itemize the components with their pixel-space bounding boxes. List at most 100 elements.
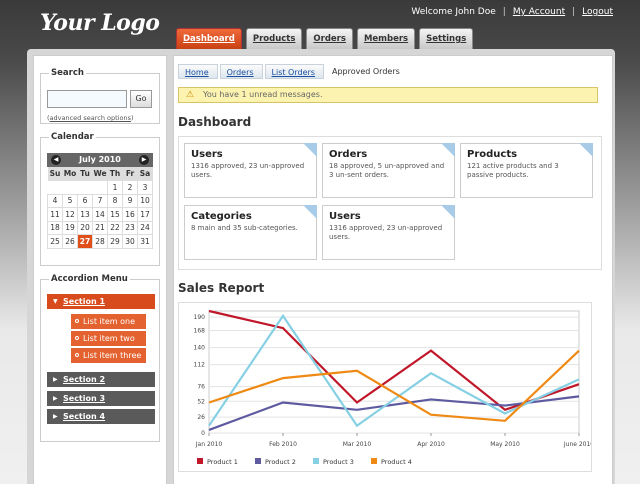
calendar-day[interactable]: 15 (107, 207, 123, 222)
bullet-icon (75, 336, 79, 340)
calendar-day[interactable]: 28 (92, 234, 108, 249)
advanced-search-link[interactable]: (advanced search options) (47, 114, 134, 122)
calendar-day[interactable]: 24 (137, 220, 153, 235)
card-orders[interactable]: Orders 18 approved, 5 un-approved and 3 … (322, 143, 455, 198)
my-account-link[interactable]: My Account (513, 7, 565, 17)
logo[interactable]: Your Logo (40, 10, 160, 36)
plot-area (208, 310, 580, 434)
tab-dashboard[interactable]: Dashboard (176, 28, 242, 49)
calendar-day[interactable]: 20 (77, 220, 93, 235)
y-tick-label: 0 (201, 430, 205, 437)
calendar-day[interactable]: 10 (137, 193, 153, 208)
calendar-day[interactable]: 6 (77, 193, 93, 208)
next-month-icon[interactable]: ▶ (139, 155, 149, 165)
breadcrumb-orders[interactable]: Orders (219, 64, 263, 79)
sales-chart: 0 26 52 76 112 140 168 190 Jan 2010 Feb 2010 Mar 2… (194, 309, 594, 466)
accordion-item-three[interactable]: List item three (71, 348, 146, 363)
corner-icon (303, 143, 317, 157)
card-categories[interactable]: Categories 8 main and 35 sub-categories. (184, 205, 317, 260)
tab-products[interactable]: Products (245, 28, 303, 49)
advanced-search-text[interactable]: advanced search options (50, 114, 131, 122)
prev-month-icon[interactable]: ◀ (51, 155, 61, 165)
x-tick-label: Feb 2010 (269, 441, 297, 448)
separator: | (502, 7, 506, 17)
tab-members[interactable]: Members (356, 28, 416, 49)
legend-label: Product 2 (265, 458, 296, 466)
calendar-day[interactable]: 26 (62, 234, 78, 249)
sales-chart-frame: 0 26 52 76 112 140 168 190 Jan 2010 Feb 2010 Mar 2… (178, 302, 594, 472)
dashboard-cards: Users 1316 approved, 23 un-approved user… (178, 136, 602, 270)
calendar-day[interactable]: 27 (77, 234, 93, 249)
accordion-section-2[interactable]: ▶ Section 2 (47, 372, 155, 387)
calendar-day[interactable]: 16 (122, 207, 138, 222)
card-title: Products (467, 149, 518, 160)
calendar-day[interactable]: 25 (47, 234, 63, 249)
calendar-day[interactable]: 17 (137, 207, 153, 222)
card-users-2[interactable]: Users 1316 approved, 23 un-approved user… (322, 205, 455, 260)
calendar-day[interactable]: 31 (137, 234, 153, 249)
content-container: Search Go (advanced search options) Cale… (27, 49, 615, 484)
y-tick-label: 190 (194, 314, 206, 321)
breadcrumb-list-orders[interactable]: List Orders (264, 64, 324, 79)
calendar-day[interactable]: 13 (77, 207, 93, 222)
corner-icon (579, 143, 593, 157)
accordion-item-label: List item one (83, 317, 136, 326)
card-users[interactable]: Users 1316 approved, 23 un-approved user… (184, 143, 317, 198)
x-tick-label: June 2010 (563, 441, 591, 448)
weekday-label: Tu (77, 167, 93, 181)
card-products[interactable]: Products 121 active products and 3 passi… (460, 143, 593, 198)
breadcrumb-home[interactable]: Home (178, 64, 218, 79)
calendar-day[interactable]: 14 (92, 207, 108, 222)
accordion-item-one[interactable]: List item one (71, 314, 146, 329)
welcome-text: Welcome John Doe (411, 7, 496, 17)
calendar-day[interactable]: 4 (47, 193, 63, 208)
calendar-empty (48, 181, 63, 195)
calendar-empty (78, 181, 93, 195)
logout-link[interactable]: Logout (582, 7, 613, 17)
calendar-grid: Su Mo Tu We Th Fr Sa 1 2 3 4 5 6 7 8 9 10 11 12 13 14… (47, 167, 153, 249)
calendar-day[interactable]: 9 (122, 193, 138, 208)
accordion-section-3[interactable]: ▶ Section 3 (47, 391, 155, 406)
calendar-day[interactable]: 30 (122, 234, 138, 249)
calendar-day[interactable]: 12 (62, 207, 78, 222)
calendar-day[interactable]: 21 (92, 220, 108, 235)
card-desc: 8 main and 35 sub-categories. (191, 224, 298, 232)
calendar-day[interactable]: 18 (47, 220, 63, 235)
weekday-label: Su (47, 167, 63, 181)
accordion-section-4[interactable]: ▶ Section 4 (47, 409, 155, 424)
calendar-day[interactable]: 23 (122, 220, 138, 235)
tab-orders[interactable]: Orders (306, 28, 353, 49)
legend-label: Product 1 (207, 458, 238, 466)
calendar-day[interactable]: 11 (47, 207, 63, 222)
breadcrumb-current: Approved Orders (331, 67, 400, 76)
y-tick-label: 26 (197, 414, 205, 421)
calendar-day[interactable]: 22 (107, 220, 123, 235)
weekday-label: Fr (122, 167, 138, 181)
calendar-day[interactable]: 2 (122, 180, 138, 195)
accordion-section-label: Section 1 (63, 297, 106, 306)
main-tabs: Dashboard Products Orders Members Settin… (176, 28, 474, 49)
calendar-day[interactable]: 5 (62, 193, 78, 208)
y-tick-label: 140 (194, 345, 206, 352)
tab-settings[interactable]: Settings (419, 28, 474, 49)
calendar-header: ◀ July 2010 ▶ (47, 153, 153, 167)
accordion-item-label: List item three (83, 351, 142, 360)
legend-swatch (313, 458, 319, 464)
calendar-day[interactable]: 1 (107, 180, 123, 195)
search-button[interactable]: Go (130, 90, 152, 108)
triangle-right-icon: ▶ (53, 376, 58, 383)
bullet-icon (75, 319, 79, 323)
calendar-day[interactable]: 8 (107, 193, 123, 208)
y-tick-label: 112 (194, 362, 206, 369)
calendar-day[interactable]: 3 (137, 180, 153, 195)
search-input[interactable] (47, 90, 127, 108)
calendar-day[interactable]: 29 (107, 234, 123, 249)
card-desc: 1316 approved, 23 un-approved users. (329, 224, 443, 241)
accordion-item-two[interactable]: List item two (71, 331, 146, 346)
accordion-section-1[interactable]: ▼ Section 1 (47, 294, 155, 309)
search-legend: Search (51, 68, 84, 78)
weekday-label: Th (107, 167, 123, 181)
x-tick-label: May 2010 (490, 441, 520, 448)
calendar-day[interactable]: 19 (62, 220, 78, 235)
calendar-day[interactable]: 7 (92, 193, 108, 208)
